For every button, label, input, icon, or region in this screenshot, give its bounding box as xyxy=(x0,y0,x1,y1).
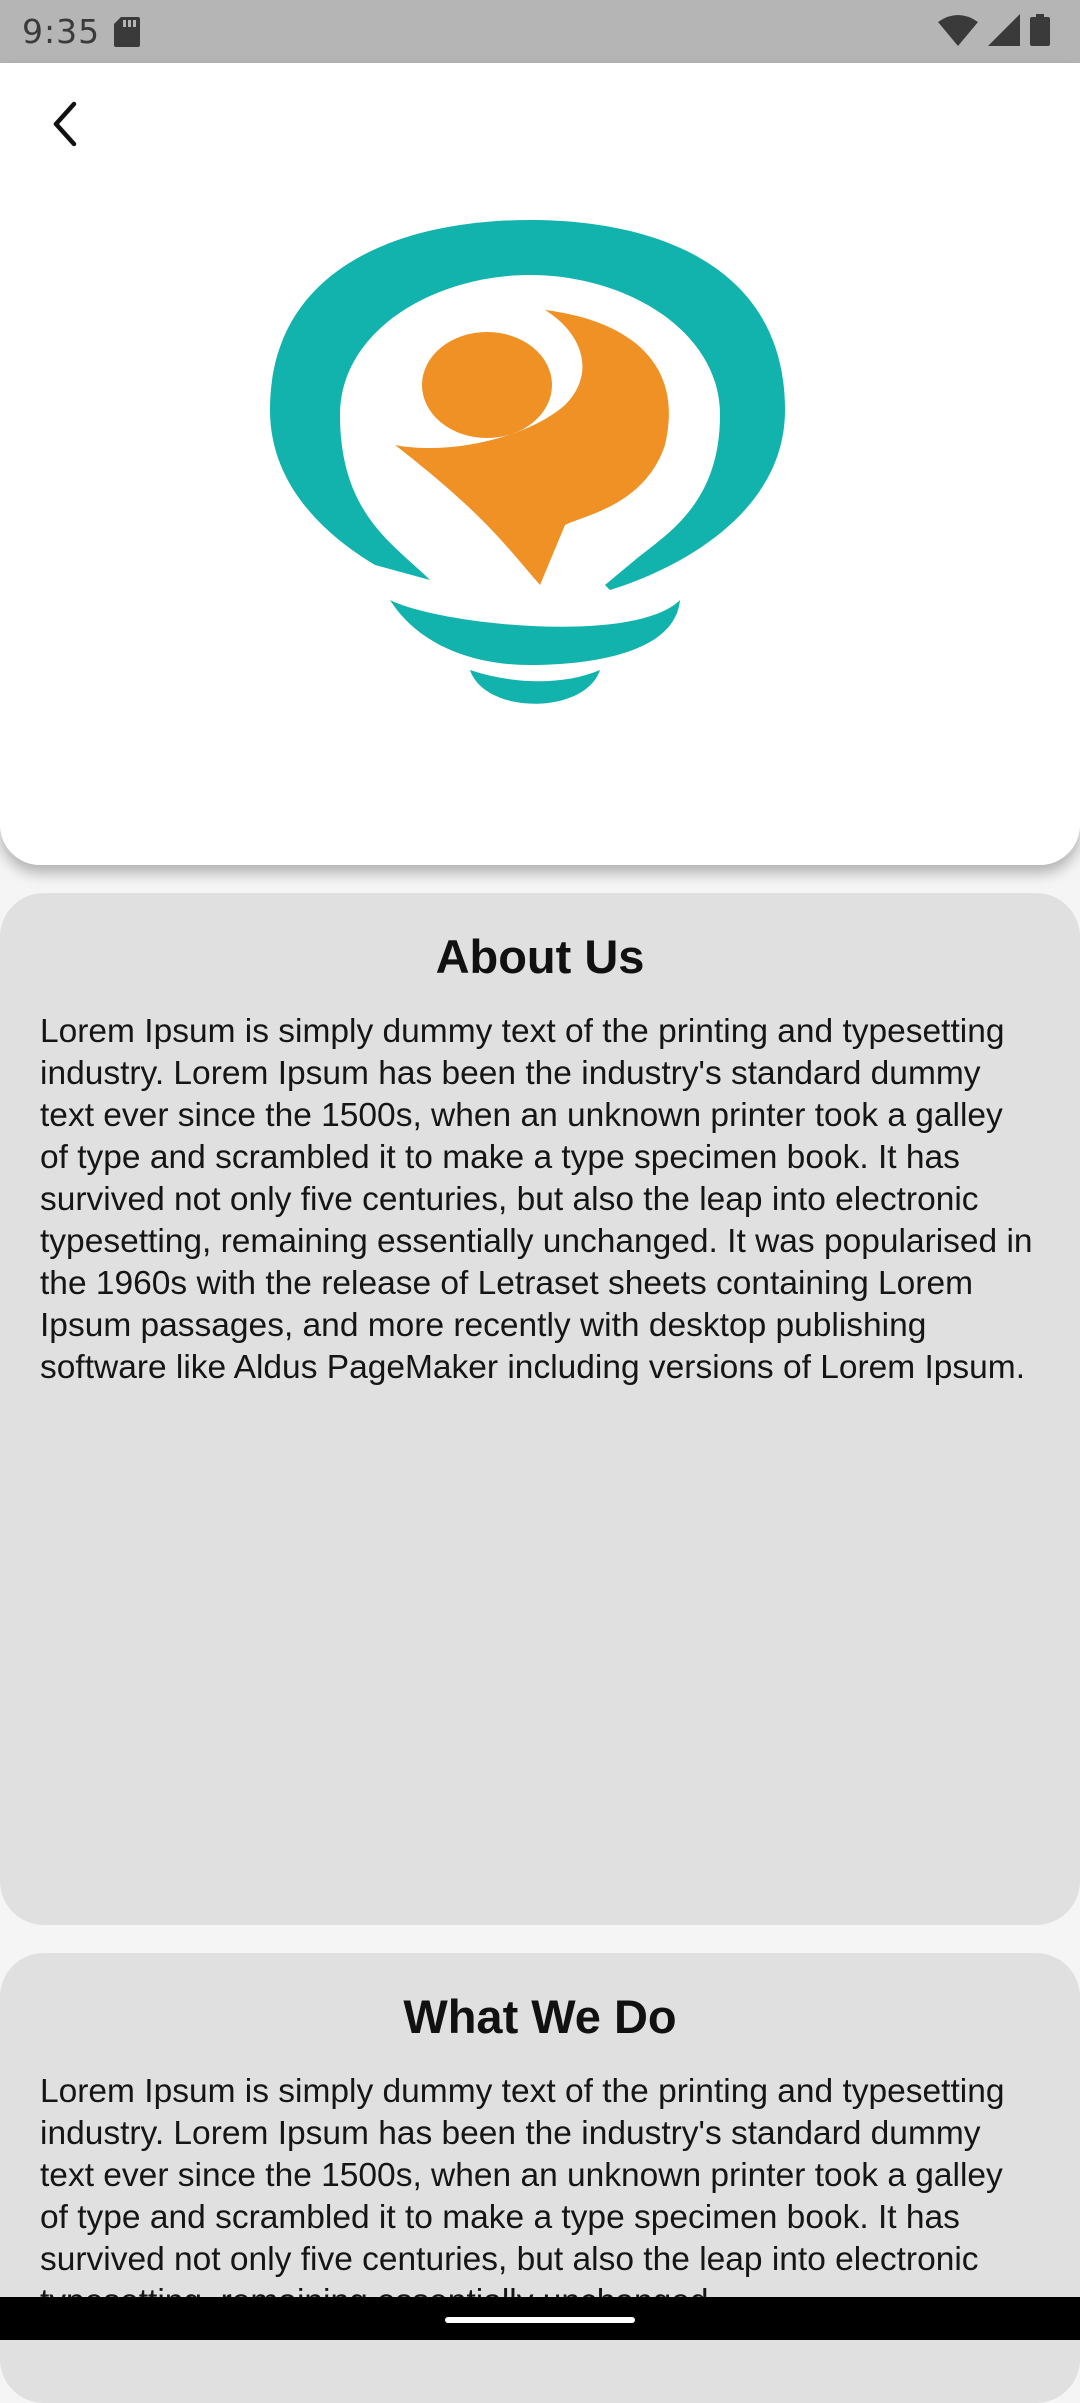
status-bar: 9:35 xyxy=(0,0,1080,63)
status-time: 9:35 xyxy=(22,12,101,51)
back-button[interactable] xyxy=(34,94,98,158)
cell-signal-icon xyxy=(988,14,1020,51)
wifi-icon xyxy=(938,14,978,51)
section-title-about-us: About Us xyxy=(435,930,645,983)
chevron-left-icon xyxy=(46,100,86,153)
battery-icon xyxy=(1030,14,1050,51)
lightbulb-person-logo xyxy=(265,215,795,725)
about-us-card: About Us Lorem Ipsum is simply dummy tex… xyxy=(0,893,1080,1925)
home-indicator[interactable] xyxy=(445,2317,635,2323)
section-title-what-we-do: What We Do xyxy=(403,1990,677,2043)
section-body-about-us: Lorem Ipsum is simply dummy text of the … xyxy=(40,1013,1033,1386)
sd-card-icon xyxy=(114,17,140,52)
status-icons xyxy=(938,14,1050,51)
section-body-what-we-do: Lorem Ipsum is simply dummy text of the … xyxy=(40,2073,1005,2320)
